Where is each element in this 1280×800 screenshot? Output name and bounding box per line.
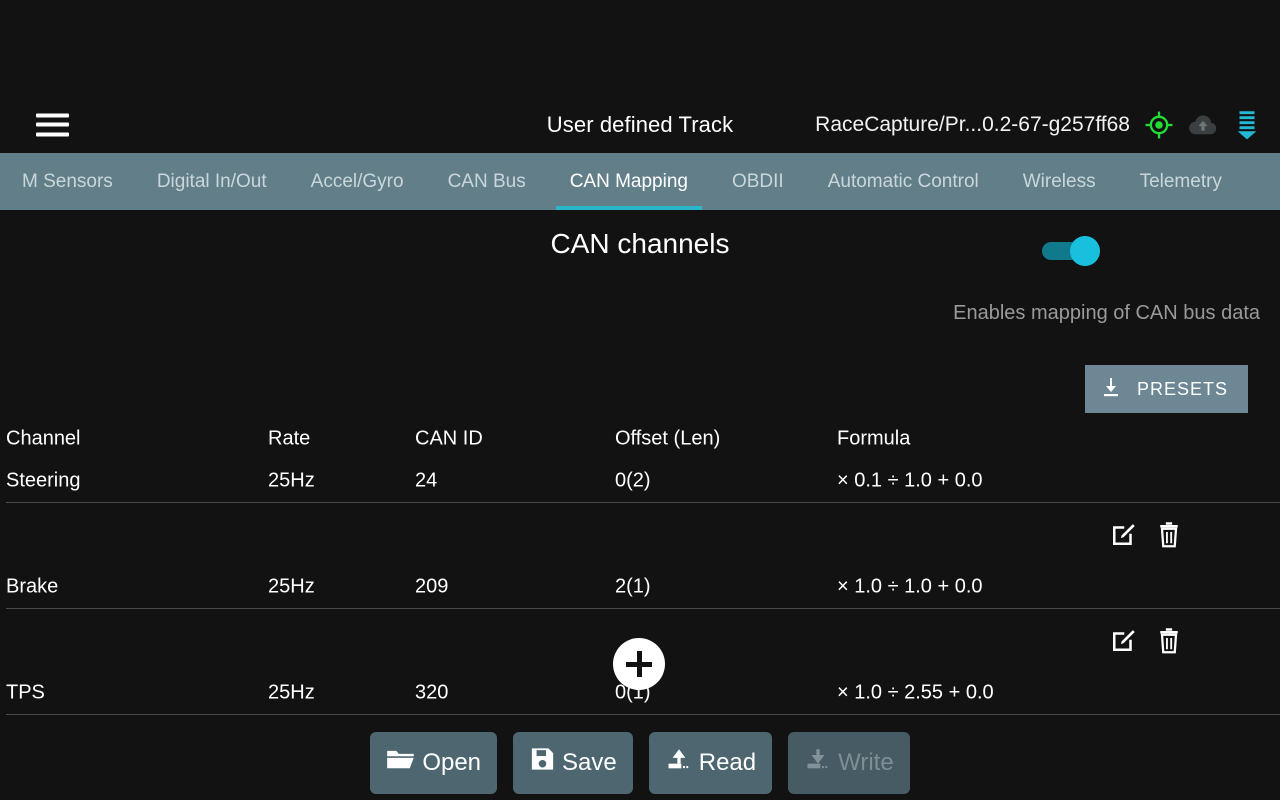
cell-channel: TPS — [6, 681, 45, 704]
save-label: Save — [562, 748, 617, 776]
cell-formula: × 0.1 ÷ 1.0 + 0.0 — [837, 469, 983, 492]
floppy-disk-icon — [529, 746, 556, 779]
app-root: User defined Track RaceCapture/Pr...0.2-… — [0, 0, 1280, 800]
column-header-can-id: CAN ID — [415, 427, 483, 450]
cell-channel: Steering — [6, 469, 81, 492]
download-arrow-icon — [804, 746, 832, 779]
cloud-upload-icon[interactable] — [1188, 110, 1218, 140]
table-row[interactable]: Steering 25Hz 24 0(2) × 0.1 ÷ 1.0 + 0.0 — [0, 460, 1280, 502]
cell-offset: 0(2) — [615, 469, 651, 492]
tab-label: M Sensors — [22, 170, 113, 192]
trash-icon[interactable] — [1154, 520, 1184, 550]
read-label: Read — [698, 748, 757, 776]
cell-can-id: 209 — [415, 575, 449, 598]
tab-label: Digital In/Out — [156, 170, 267, 192]
tab-automatic-control[interactable]: Automatic Control — [806, 153, 1001, 210]
save-button[interactable]: Save — [513, 731, 633, 794]
cell-can-id: 320 — [415, 681, 449, 704]
table-header-row: Channel Rate CAN ID Offset (Len) Formula — [0, 418, 1280, 460]
app-bar: User defined Track RaceCapture/Pr...0.2-… — [0, 96, 1280, 153]
folder-open-icon — [386, 746, 416, 779]
edit-icon[interactable] — [1108, 626, 1138, 656]
table-row[interactable]: Brake 25Hz 209 2(1) × 1.0 ÷ 1.0 + 0.0 — [0, 566, 1280, 608]
tab-wireless[interactable]: Wireless — [1001, 153, 1118, 210]
download-progress-icon[interactable] — [1232, 110, 1262, 140]
tab-accel-gyro[interactable]: Accel/Gyro — [289, 153, 426, 210]
column-header-rate: Rate — [268, 427, 311, 450]
tab-label: Automatic Control — [827, 170, 979, 192]
tab-label: Wireless — [1022, 170, 1096, 192]
presets-button[interactable]: PRESETS — [1084, 365, 1248, 413]
tab-obdii[interactable]: OBDII — [710, 153, 806, 210]
cell-can-id: 24 — [415, 469, 438, 492]
settings-tabbar: M Sensors Digital In/Out Accel/Gyro CAN … — [0, 153, 1280, 210]
plus-icon — [636, 651, 642, 677]
row-divider — [6, 714, 1280, 715]
tab-label: CAN Bus — [447, 170, 526, 192]
cell-channel: Brake — [6, 575, 59, 598]
read-button[interactable]: Read — [648, 731, 773, 794]
cell-rate: 25Hz — [268, 469, 315, 492]
column-header-offset: Offset (Len) — [615, 427, 721, 450]
write-button[interactable]: Write — [788, 731, 910, 794]
cell-formula: × 1.0 ÷ 1.0 + 0.0 — [837, 575, 983, 598]
firmware-version-label: RaceCapture/Pr...0.2-67-g257ff68 — [815, 112, 1130, 136]
tab-telemetry[interactable]: Telemetry — [1118, 153, 1244, 210]
appbar-status-group: RaceCapture/Pr...0.2-67-g257ff68 — [815, 110, 1262, 140]
section-subtitle: Enables mapping of CAN bus data — [953, 302, 1260, 324]
tab-label: Accel/Gyro — [310, 170, 404, 192]
tab-label: OBDII — [731, 170, 784, 192]
upload-arrow-icon — [665, 746, 693, 779]
column-header-formula: Formula — [837, 427, 911, 450]
tab-label: CAN Mapping — [569, 170, 688, 192]
tab-can-bus[interactable]: CAN Bus — [426, 153, 548, 210]
presets-label: PRESETS — [1136, 378, 1228, 399]
column-header-channel: Channel — [6, 427, 81, 450]
section-header: CAN channels — [0, 228, 1280, 274]
trash-icon[interactable] — [1154, 626, 1184, 656]
gps-target-icon[interactable] — [1144, 110, 1174, 140]
tab-digital-in-out[interactable]: Digital In/Out — [135, 153, 289, 210]
edit-icon[interactable] — [1108, 520, 1138, 550]
open-label: Open — [422, 748, 482, 776]
tab-label: Telemetry — [1139, 170, 1222, 192]
open-button[interactable]: Open — [370, 731, 498, 794]
bottom-action-bar: Open Save Read Write — [0, 725, 1280, 800]
tab-can-mapping[interactable]: CAN Mapping — [548, 153, 710, 210]
can-channels-toggle[interactable] — [1042, 236, 1100, 266]
tab-m-sensors[interactable]: M Sensors — [0, 153, 135, 210]
write-label: Write — [838, 748, 894, 776]
cell-rate: 25Hz — [268, 681, 315, 704]
toggle-knob — [1070, 236, 1100, 266]
add-channel-button[interactable] — [613, 638, 665, 690]
download-icon — [1099, 375, 1123, 404]
cell-formula: × 1.0 ÷ 2.55 + 0.0 — [837, 681, 994, 704]
cell-offset: 2(1) — [615, 575, 651, 598]
cell-rate: 25Hz — [268, 575, 315, 598]
row-actions — [0, 503, 1280, 566]
